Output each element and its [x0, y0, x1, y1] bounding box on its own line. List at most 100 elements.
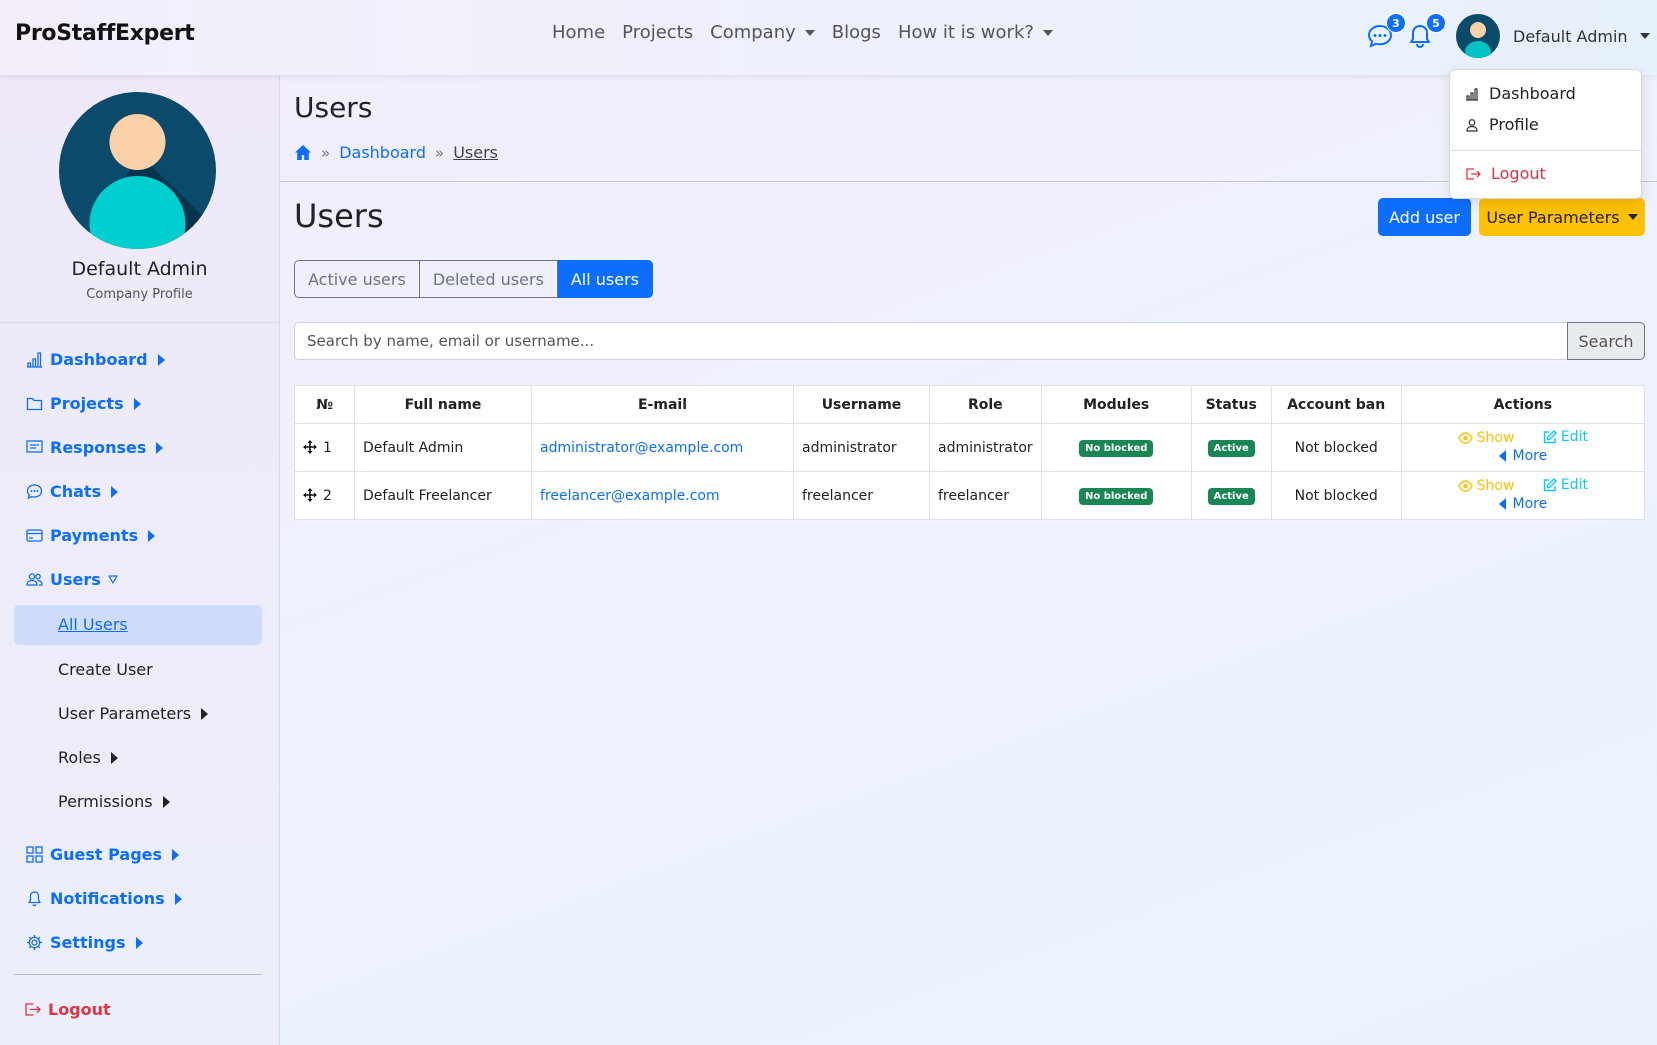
sidebar-item-guest-pages[interactable]: Guest Pages [26, 845, 180, 864]
col-username[interactable]: Username [793, 385, 930, 424]
sidebar-item-responses[interactable]: Responses [26, 438, 164, 457]
drag-handle-icon[interactable] [303, 439, 317, 454]
col-account-ban: Account ban [1270, 385, 1402, 424]
sidebar-item-label: Users [50, 570, 101, 589]
notifications-button[interactable]: 5 [1406, 13, 1446, 52]
sidebar-subitem-all-users[interactable]: All Users [58, 615, 128, 634]
search-input[interactable] [294, 322, 1568, 360]
nav-blogs[interactable]: Blogs [832, 22, 881, 43]
nav-projects[interactable]: Projects [622, 22, 693, 43]
email-link[interactable]: freelancer@example.com [540, 488, 720, 504]
modules-badge: No blocked [1078, 439, 1154, 457]
main-nav: Home Projects Company Blogs How it is wo… [552, 22, 1053, 43]
search-button[interactable]: Search [1567, 322, 1645, 360]
email-link[interactable]: administrator@example.com [540, 440, 743, 456]
edit-button[interactable]: Edit [1543, 429, 1588, 445]
chats-button[interactable]: 3 [1366, 13, 1406, 52]
dropdown-dashboard[interactable]: Dashboard [1465, 84, 1576, 103]
home-icon[interactable] [294, 144, 312, 161]
drag-handle-icon[interactable] [303, 487, 317, 502]
brand-logo[interactable]: ProStaffExpert [15, 21, 195, 46]
sidebar-subitem-roles[interactable]: Roles [58, 748, 118, 767]
show-label: Show [1476, 430, 1515, 446]
nav-company[interactable]: Company [710, 22, 815, 43]
sidebar-item-dashboard[interactable]: Dashboard [26, 350, 165, 369]
folder-icon [26, 397, 43, 411]
col-full-name[interactable]: Full name [354, 385, 532, 424]
nav-company-label: Company [710, 22, 796, 43]
tab-deleted-users[interactable]: Deleted users [419, 260, 558, 298]
sidebar-item-label: Dashboard [50, 350, 148, 369]
breadcrumb-current[interactable]: Users [453, 143, 498, 162]
col-status: Status [1190, 385, 1272, 424]
col-email[interactable]: E-mail [531, 385, 794, 424]
user-parameters-button[interactable]: User Parameters [1479, 198, 1645, 236]
tab-all-users[interactable]: All users [557, 260, 654, 298]
dropdown-dashboard-label: Dashboard [1489, 84, 1576, 103]
edit-label: Edit [1560, 477, 1589, 493]
show-button[interactable]: Show [1457, 430, 1515, 446]
more-button[interactable]: More [1498, 448, 1547, 464]
sidebar-item-payments[interactable]: Payments [26, 526, 156, 545]
row-number-cell: 2 [294, 471, 355, 520]
email-cell: freelancer@example.com [531, 471, 794, 520]
caret-down-icon [1639, 33, 1650, 39]
col-role[interactable]: Role [929, 385, 1042, 424]
breadcrumb-dashboard-link[interactable]: Dashboard [339, 143, 426, 162]
full-name-cell: Default Admin [354, 423, 532, 472]
user-menu-toggle[interactable]: Default Admin [1456, 14, 1650, 58]
sidebar-item-chats[interactable]: Chats [26, 482, 119, 501]
nav-how-it-works[interactable]: How it is work? [898, 22, 1053, 43]
caret-down-outline-icon [108, 575, 118, 584]
dropdown-logout[interactable]: Logout [1465, 164, 1546, 183]
eye-icon [1457, 480, 1473, 492]
profile-avatar[interactable] [59, 92, 216, 249]
sidebar-profile-name: Default Admin [71, 258, 208, 280]
sidebar-profile-subtitle[interactable]: Company Profile [0, 287, 279, 302]
caret-right-icon [110, 751, 118, 764]
modules-badge: No blocked [1078, 487, 1154, 505]
row-number: 1 [323, 439, 332, 456]
status-cell: Active [1190, 423, 1272, 472]
sidebar-logout-label: Logout [48, 1000, 111, 1019]
account-ban-cell: Not blocked [1270, 471, 1402, 520]
breadcrumb-separator: » [435, 143, 445, 162]
sidebar-subitem-permissions[interactable]: Permissions [58, 792, 170, 811]
status-badge: Active [1207, 487, 1255, 505]
sidebar-item-settings[interactable]: Settings [26, 933, 143, 952]
sidebar-item-projects[interactable]: Projects [26, 394, 141, 413]
modules-cell: No blocked [1040, 471, 1192, 520]
edit-button[interactable]: Edit [1543, 477, 1588, 493]
more-button[interactable]: More [1498, 496, 1547, 512]
sidebar-divider [14, 974, 262, 975]
nav-home-label: Home [552, 22, 606, 43]
caret-right-icon [133, 397, 141, 410]
edit-label: Edit [1560, 429, 1589, 445]
show-button[interactable]: Show [1457, 478, 1514, 494]
caret-right-icon [156, 441, 164, 454]
user-dropdown-menu: Dashboard Profile Logout [1449, 69, 1642, 199]
chat-icon [26, 484, 43, 500]
sidebar-logout[interactable]: Logout [24, 1000, 111, 1019]
col-number[interactable]: № [294, 385, 355, 424]
sidebar-item-users[interactable]: Users [26, 570, 118, 589]
tab-active-users[interactable]: Active users [294, 260, 420, 298]
modules-cell: No blocked [1040, 423, 1192, 472]
edit-icon [1543, 478, 1557, 492]
sidebar-item-notifications[interactable]: Notifications [26, 889, 182, 908]
caret-right-icon [162, 795, 170, 808]
sidebar-subitem-create-user[interactable]: Create User [58, 660, 153, 679]
row-number-cell: 1 [294, 423, 355, 472]
section-title: Users [294, 197, 384, 235]
col-modules: Modules [1040, 385, 1192, 424]
sidebar-item-label: Projects [50, 394, 124, 413]
notification-count-badge: 5 [1426, 13, 1446, 33]
nav-home[interactable]: Home [552, 22, 605, 43]
row-number: 2 [323, 487, 332, 504]
role-cell: administrator [929, 423, 1042, 472]
add-user-button[interactable]: Add user [1378, 198, 1471, 236]
dropdown-profile[interactable]: Profile [1465, 115, 1539, 134]
sidebar-subitem-user-parameters[interactable]: User Parameters [58, 704, 209, 723]
sidebar-subitem-label: User Parameters [58, 704, 192, 723]
table-header-row: № Full name E-mail Username Role Modules… [294, 385, 1646, 424]
